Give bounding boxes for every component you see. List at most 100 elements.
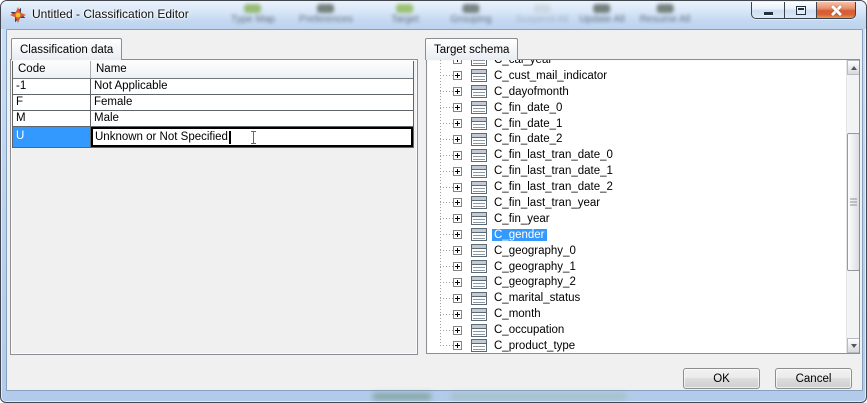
expand-icon[interactable]: [453, 167, 462, 176]
expand-icon[interactable]: [453, 103, 462, 112]
vertical-scrollbar[interactable]: [846, 60, 859, 353]
expand-icon[interactable]: [453, 135, 462, 144]
tree-item[interactable]: C_cust_mail_indicator: [427, 68, 846, 84]
maximize-button[interactable]: [784, 2, 817, 19]
scrollbar-thumb[interactable]: [847, 133, 860, 271]
scroll-up-button[interactable]: [847, 60, 860, 75]
blurred-toolbar-label: Preferences: [299, 14, 353, 25]
arrow-down-icon: [851, 344, 857, 348]
tree-connector: [440, 234, 453, 235]
blurred-toolbar-item: Type Map: [231, 4, 275, 25]
tree-connector: [440, 91, 453, 92]
table-row[interactable]: FFemale: [13, 95, 413, 111]
expand-icon[interactable]: [453, 230, 462, 239]
blurred-toolbar-icon: [244, 4, 261, 13]
code-cell[interactable]: -1: [13, 79, 91, 94]
blurred-toolbar-item: Suspend All: [516, 4, 569, 25]
name-cell[interactable]: Male: [91, 111, 413, 126]
table-icon: [471, 276, 487, 289]
tree-item-label: C_cal_year: [492, 60, 554, 66]
expand-icon[interactable]: [453, 294, 462, 303]
expand-icon[interactable]: [453, 326, 462, 335]
tab-classification-data[interactable]: Classification data: [11, 38, 122, 60]
expand-icon[interactable]: [453, 183, 462, 192]
tree-item[interactable]: C_month: [427, 306, 846, 322]
table-icon: [471, 308, 487, 321]
table-icon: [471, 212, 487, 225]
tree-connector: [440, 171, 453, 172]
tab-target-schema[interactable]: Target schema: [425, 38, 518, 60]
table-icon: [471, 117, 487, 130]
expand-icon[interactable]: [453, 341, 462, 350]
table-row[interactable]: U Unknown or Not Specified: [13, 127, 413, 148]
tree-item[interactable]: C_fin_last_tran_date_1: [427, 163, 846, 179]
app-icon[interactable]: [10, 7, 26, 23]
column-header-code[interactable]: Code: [13, 61, 91, 78]
tree-item[interactable]: C_geography_1: [427, 259, 846, 275]
table-icon: [471, 260, 487, 273]
tree-item[interactable]: C_fin_date_2: [427, 131, 846, 147]
scroll-down-button[interactable]: [847, 338, 860, 353]
tree-item[interactable]: C_marital_status: [427, 290, 846, 306]
tree-item[interactable]: C_cal_year: [427, 60, 846, 68]
tree-item[interactable]: C_fin_date_0: [427, 100, 846, 116]
expand-icon[interactable]: [453, 278, 462, 287]
tree-item[interactable]: C_fin_last_tran_date_2: [427, 179, 846, 195]
expand-icon[interactable]: [453, 71, 462, 80]
tree-item-label: C_fin_last_tran_date_0: [492, 149, 615, 161]
tree-item[interactable]: C_fin_year: [427, 211, 846, 227]
close-button[interactable]: [816, 2, 856, 19]
expand-icon[interactable]: [453, 214, 462, 223]
tree-item-label: C_dayofmonth: [492, 86, 571, 98]
expand-icon[interactable]: [453, 198, 462, 207]
tree-item[interactable]: C_fin_last_tran_date_0: [427, 147, 846, 163]
tree-item[interactable]: C_fin_last_tran_year: [427, 195, 846, 211]
table-header: Code Name: [13, 61, 413, 79]
blurred-toolbar-item: Update All: [579, 4, 625, 25]
name-cell[interactable]: Not Applicable: [91, 79, 413, 94]
tree-item[interactable]: C_occupation: [427, 322, 846, 338]
table-icon: [471, 196, 487, 209]
expand-icon[interactable]: [453, 87, 462, 96]
table-row[interactable]: MMale: [13, 111, 413, 127]
tree-item-label: C_marital_status: [492, 292, 582, 304]
tree-item[interactable]: C_product_type: [427, 338, 846, 353]
tree-item[interactable]: C_geography_2: [427, 274, 846, 290]
code-cell[interactable]: M: [13, 111, 91, 126]
close-icon: [830, 5, 842, 16]
expand-icon[interactable]: [453, 310, 462, 319]
expand-icon[interactable]: [453, 246, 462, 255]
blurred-toolbar-item: Resume All: [640, 4, 691, 25]
column-header-name[interactable]: Name: [91, 61, 413, 78]
blurred-toolbar-label: Resume All: [640, 14, 691, 25]
expand-icon[interactable]: [453, 60, 462, 64]
tree-item[interactable]: C_gender: [427, 227, 846, 243]
tree-item[interactable]: C_dayofmonth: [427, 84, 846, 100]
titlebar[interactable]: Type MapPreferencesTargetGroupingSuspend…: [1, 1, 866, 29]
code-cell[interactable]: F: [13, 95, 91, 110]
table-icon: [471, 228, 487, 241]
tree-item-label: C_geography_2: [492, 276, 578, 288]
code-cell[interactable]: U: [13, 127, 91, 147]
glass-smudge: [451, 393, 626, 400]
expand-icon[interactable]: [453, 151, 462, 160]
expand-icon[interactable]: [453, 262, 462, 271]
tree-connector: [440, 282, 453, 283]
tree-item[interactable]: C_geography_0: [427, 243, 846, 259]
tree-item[interactable]: C_fin_date_1: [427, 116, 846, 132]
tree-connector: [440, 123, 453, 124]
name-cell[interactable]: Unknown or Not Specified: [91, 127, 413, 147]
expand-icon[interactable]: [453, 119, 462, 128]
tree-item-label: C_geography_1: [492, 261, 578, 273]
minimize-button[interactable]: [751, 2, 785, 19]
caption-buttons: [752, 2, 856, 19]
name-cell[interactable]: Female: [91, 95, 413, 110]
tree-connector: [440, 314, 453, 315]
ok-button[interactable]: OK: [683, 368, 760, 389]
table-row[interactable]: -1Not Applicable: [13, 79, 413, 95]
tree-item-label: C_fin_date_1: [492, 118, 564, 130]
screen: Type MapPreferencesTargetGroupingSuspend…: [0, 0, 867, 403]
edit-text: Unknown or Not Specified: [95, 131, 228, 143]
tab-label: Target schema: [434, 44, 509, 56]
cancel-button[interactable]: Cancel: [775, 368, 852, 389]
